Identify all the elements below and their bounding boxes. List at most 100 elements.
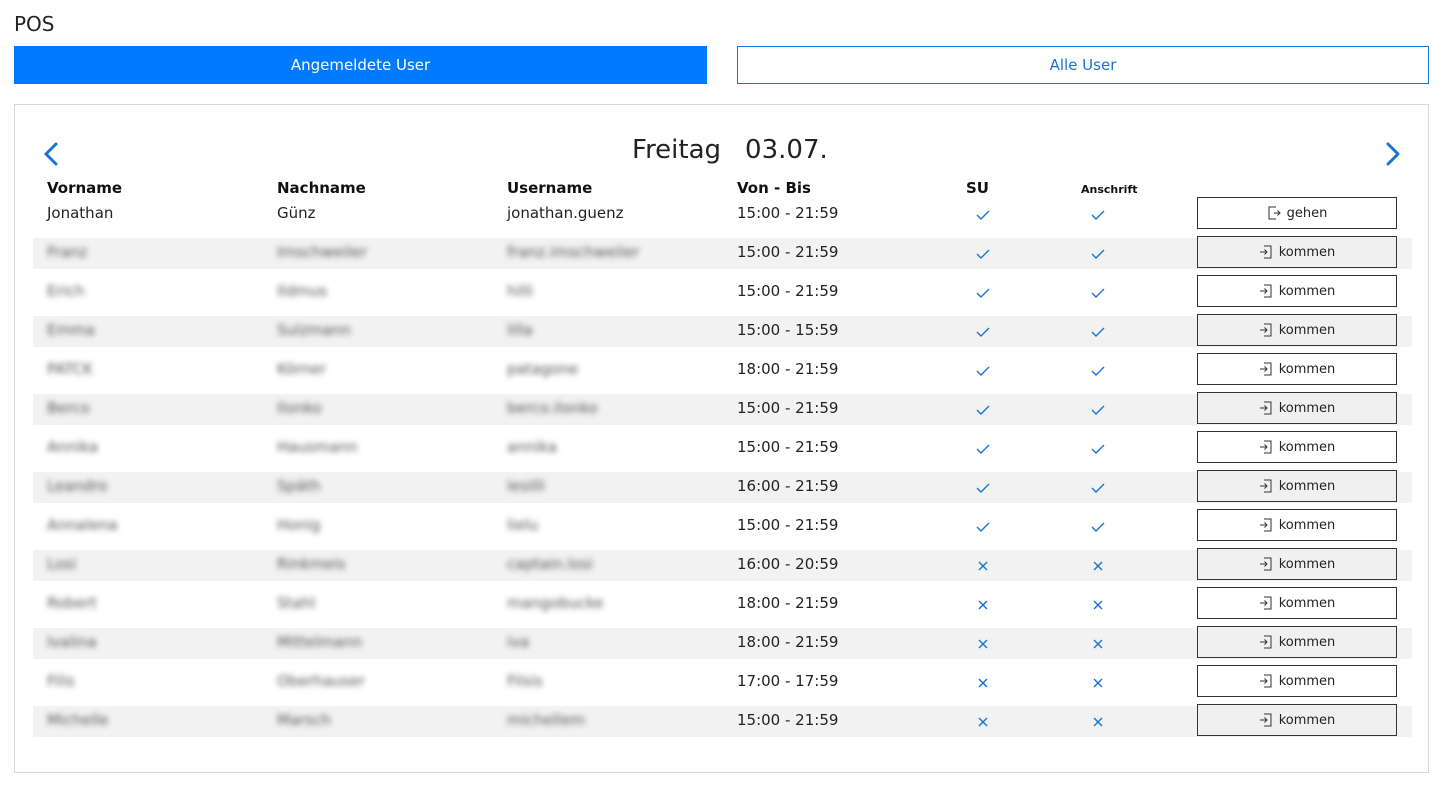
col-von-bis: Von - Bis: [737, 179, 811, 197]
check-icon: [975, 402, 991, 418]
cross-icon: [975, 558, 991, 574]
day-weekday: Freitag: [632, 135, 722, 165]
kommen-button[interactable]: kommen: [1197, 587, 1397, 619]
table-row: Annalena Honig lielu 15:00 - 21:59 kommen: [33, 509, 1412, 542]
table-row: Filis Oberhauser Filsis 17:00 - 17:59 kommen: [33, 665, 1412, 698]
table-header: Vorname Nachname Username Von - Bis SU A…: [15, 179, 1428, 199]
cell-nachname: Rinkmeis: [277, 555, 346, 573]
chevron-left-icon[interactable]: [41, 141, 63, 167]
action-label: kommen: [1278, 673, 1336, 689]
cell-nachname: Honig: [277, 516, 321, 534]
cell-username: franz.imschweiler: [507, 243, 640, 261]
cell-username: michellem: [507, 711, 585, 729]
cell-nachname: Imschweiler: [277, 243, 367, 261]
cell-nachname: Stahl: [277, 594, 316, 612]
cross-icon: [1090, 714, 1106, 730]
kommen-button[interactable]: kommen: [1197, 704, 1397, 736]
table-row: Erich Ildmus hilli 15:00 - 21:59 kommen: [33, 275, 1412, 308]
gehen-button[interactable]: gehen: [1197, 197, 1397, 229]
check-icon: [1090, 441, 1106, 457]
logout-icon: [1267, 206, 1281, 220]
kommen-button[interactable]: kommen: [1197, 431, 1397, 463]
cell-nachname: Mittelmann: [277, 633, 363, 651]
cell-time: 15:00 - 21:59: [737, 204, 839, 222]
cell-time: 18:00 - 21:59: [737, 360, 839, 378]
action-label: kommen: [1278, 595, 1336, 611]
action-label: gehen: [1286, 205, 1328, 221]
cell-nachname: Marsch: [277, 711, 331, 729]
cross-icon: [1090, 558, 1106, 574]
kommen-button[interactable]: kommen: [1197, 353, 1397, 385]
check-icon: [1090, 285, 1106, 301]
cell-vorname: Berco: [47, 399, 90, 417]
kommen-button[interactable]: kommen: [1197, 626, 1397, 658]
action-label: kommen: [1278, 478, 1336, 494]
check-icon: [1090, 246, 1106, 262]
action-label: kommen: [1278, 634, 1336, 650]
login-icon: [1259, 440, 1273, 454]
day-header: Freitag 03.07.: [632, 135, 828, 165]
login-icon: [1259, 284, 1273, 298]
check-icon: [975, 246, 991, 262]
tab-alle-user[interactable]: Alle User: [737, 46, 1429, 84]
cell-time: 15:00 - 21:59: [737, 399, 839, 417]
action-label: kommen: [1278, 439, 1336, 455]
cross-icon: [975, 675, 991, 691]
cell-time: 15:00 - 21:59: [737, 243, 839, 261]
table-row: Annika Hausmann annika 15:00 - 21:59 kommen: [33, 431, 1412, 464]
col-username: Username: [507, 179, 593, 197]
cell-vorname: Erich: [47, 282, 85, 300]
action-label: kommen: [1278, 283, 1336, 299]
cell-nachname: Sulzmann: [277, 321, 351, 339]
kommen-button[interactable]: kommen: [1197, 275, 1397, 307]
cell-username: berco.ilonko: [507, 399, 598, 417]
cell-time: 15:00 - 21:59: [737, 282, 839, 300]
check-icon: [975, 441, 991, 457]
cell-vorname: Robert: [47, 594, 97, 612]
check-icon: [975, 207, 991, 223]
cell-username: lesilli: [507, 477, 545, 495]
kommen-button[interactable]: kommen: [1197, 509, 1397, 541]
table-row: Robert Stahl mangobucke 18:00 - 21:59 kommen: [33, 587, 1412, 620]
chevron-right-icon[interactable]: [1381, 141, 1403, 167]
check-icon: [1090, 324, 1106, 340]
login-icon: [1259, 245, 1273, 259]
cell-vorname: Annika: [47, 438, 99, 456]
app-title: POS: [14, 12, 55, 36]
cell-vorname: Annalena: [47, 516, 118, 534]
cell-username: captain.losi: [507, 555, 593, 573]
kommen-button[interactable]: kommen: [1197, 236, 1397, 268]
day-date: 03.07.: [745, 135, 828, 165]
kommen-button[interactable]: kommen: [1197, 314, 1397, 346]
login-icon: [1259, 362, 1273, 376]
kommen-button[interactable]: kommen: [1197, 470, 1397, 502]
cell-username: Filsis: [507, 672, 543, 690]
tab-angemeldete-user[interactable]: Angemeldete User: [14, 46, 707, 84]
kommen-button[interactable]: kommen: [1197, 548, 1397, 580]
cell-time: 17:00 - 17:59: [737, 672, 839, 690]
table-row: Emma Sulzmann lilla 15:00 - 15:59 kommen: [33, 314, 1412, 347]
cell-vorname: Franz: [47, 243, 88, 261]
cross-icon: [1090, 597, 1106, 613]
kommen-button[interactable]: kommen: [1197, 392, 1397, 424]
action-label: kommen: [1278, 400, 1336, 416]
cell-time: 16:00 - 20:59: [737, 555, 839, 573]
kommen-button[interactable]: kommen: [1197, 665, 1397, 697]
action-label: kommen: [1278, 361, 1336, 377]
cell-time: 18:00 - 21:59: [737, 633, 839, 651]
cell-time: 15:00 - 15:59: [737, 321, 839, 339]
cross-icon: [1090, 636, 1106, 652]
login-icon: [1259, 674, 1273, 688]
check-icon: [975, 324, 991, 340]
cell-time: 15:00 - 21:59: [737, 438, 839, 456]
check-icon: [1090, 207, 1106, 223]
cell-vorname: Michelle: [47, 711, 109, 729]
cell-nachname: Günz: [277, 204, 316, 222]
cross-icon: [975, 597, 991, 613]
action-label: kommen: [1278, 244, 1336, 260]
check-icon: [975, 519, 991, 535]
cell-nachname: Späth: [277, 477, 321, 495]
table-row: Berco Ilonko berco.ilonko 15:00 - 21:59 komm…: [33, 392, 1412, 425]
cell-username: mangobucke: [507, 594, 604, 612]
table-row: Leandro Späth lesilli 16:00 - 21:59 kommen: [33, 470, 1412, 503]
